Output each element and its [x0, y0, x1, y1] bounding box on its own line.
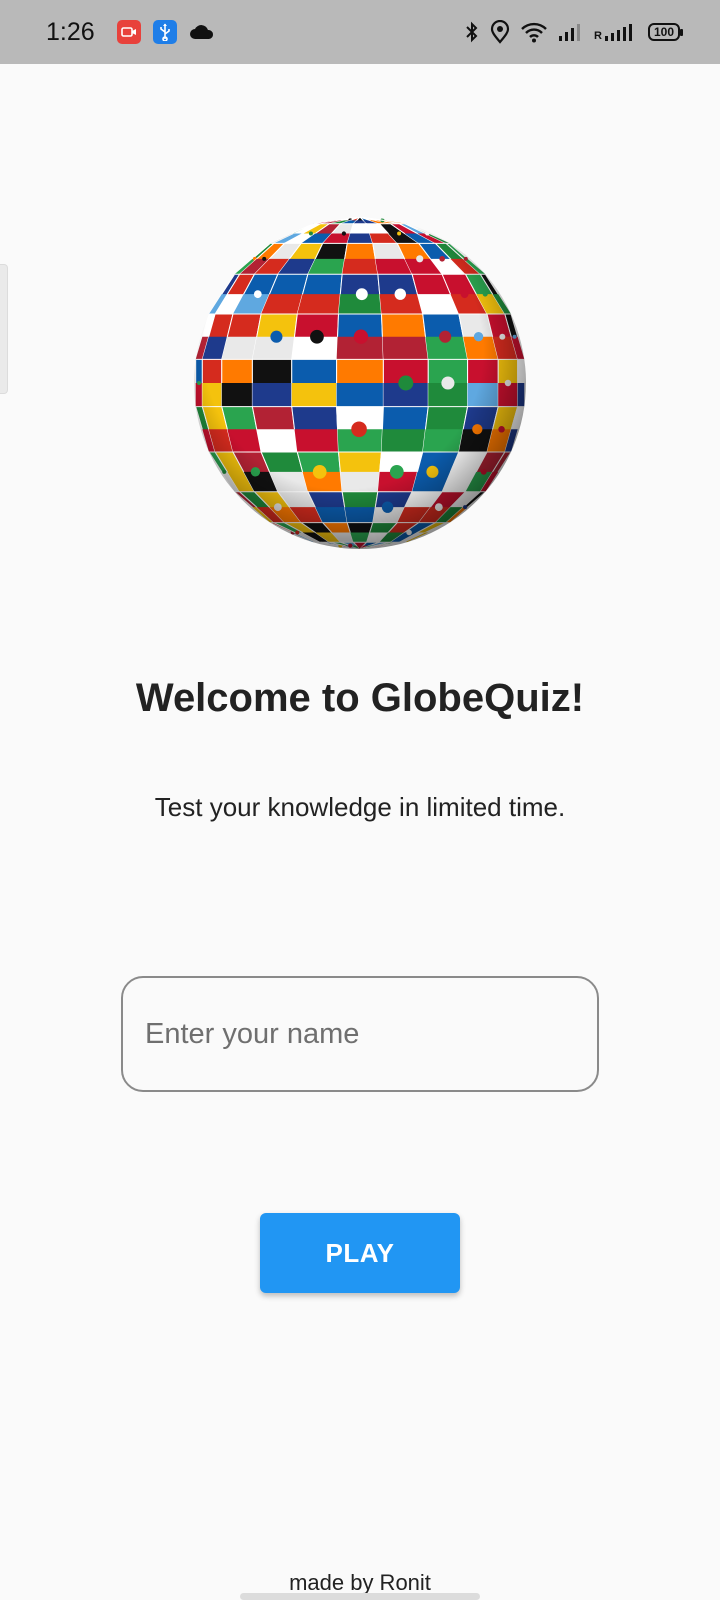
welcome-title: Welcome to GlobeQuiz!: [135, 676, 585, 720]
cloud-icon: [189, 23, 215, 41]
wifi-icon: [520, 21, 548, 43]
play-button[interactable]: PLAY: [260, 1213, 460, 1293]
status-time: 1:26: [46, 17, 95, 46]
bluetooth-icon: [464, 20, 480, 44]
name-input[interactable]: [121, 976, 599, 1092]
flag-globe-image: [193, 216, 527, 550]
signal-icon: [558, 22, 584, 42]
app-screen: 1:26 R 100 Welcome to GlobeQuiz! Test yo…: [0, 0, 720, 1600]
home-indicator[interactable]: [240, 1593, 480, 1600]
location-icon: [490, 20, 510, 44]
screen-recorder-icon: [116, 20, 141, 44]
edge-panel-handle[interactable]: [0, 264, 8, 394]
flag-globe-svg: [194, 217, 526, 549]
notification-icons: [116, 20, 215, 44]
status-bar: 1:26 R 100: [0, 0, 720, 64]
signal-roaming-icon: R: [594, 22, 638, 42]
welcome-subtitle: Test your knowledge in limited time.: [154, 792, 566, 822]
usb-debugging-icon: [152, 20, 177, 44]
battery-icon: 100: [648, 23, 683, 41]
roaming-indicator: R: [594, 30, 602, 42]
system-icons: R 100: [464, 20, 683, 44]
